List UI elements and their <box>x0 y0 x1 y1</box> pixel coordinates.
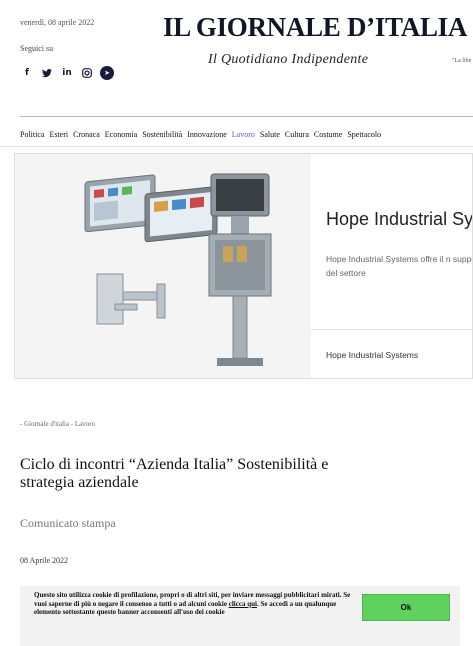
nav-item-spettacolo[interactable]: Spettacolo <box>347 130 381 139</box>
cookie-message: Questo sito utilizza cookie di profilazi… <box>34 591 364 617</box>
instagram-icon[interactable] <box>80 66 94 80</box>
nav-item-lavoro[interactable]: Lavoro <box>232 130 255 139</box>
article-title: Ciclo di incontri “Azienda Italia” Soste… <box>20 456 329 491</box>
current-date: venerdì, 08 aprile 2022 <box>20 18 95 27</box>
nav-item-salute[interactable]: Salute <box>260 130 280 139</box>
advertisement-banner[interactable]: Hope Industrial Sys Hope Industrial Syst… <box>14 153 473 379</box>
telegram-icon[interactable]: ➤ <box>100 66 114 80</box>
ad-brand-link[interactable]: Hope Industrial Systems <box>326 350 418 360</box>
linkedin-icon[interactable]: in <box>60 66 74 80</box>
header-quote: "La libe <box>452 58 472 64</box>
cookie-more-link[interactable]: clicca qui <box>229 600 257 608</box>
breadcrumb[interactable]: - Giornale d'italia - Lavoro <box>20 420 95 428</box>
ad-title[interactable]: Hope Industrial Sys <box>326 209 472 230</box>
nav-item-economia[interactable]: Economia <box>105 130 137 139</box>
ad-description: Hope Industrial Systems offre il n suppo… <box>326 254 473 278</box>
site-logo-title[interactable]: IL GIORNALE D’ITALIA <box>163 12 467 43</box>
nav-divider <box>0 146 473 147</box>
nav-item-cronaca[interactable]: Cronaca <box>73 130 100 139</box>
facebook-icon[interactable]: f <box>20 66 34 80</box>
article-subtitle: Comunicato stampa <box>20 516 116 530</box>
main-nav: Politica Esteri Cronaca Economia Sosteni… <box>20 130 381 139</box>
nav-item-innovazione[interactable]: Innovazione <box>187 130 227 139</box>
site-header: venerdì, 08 aprile 2022 Seguici su f in … <box>0 0 473 110</box>
ad-divider <box>311 329 472 330</box>
site-logo-subtitle: Il Quotidiano Indipendente <box>208 52 369 67</box>
ad-product-image[interactable] <box>15 154 311 378</box>
header-divider <box>20 116 473 117</box>
social-links: f in ➤ <box>20 66 114 80</box>
nav-item-cultura[interactable]: Cultura <box>285 130 309 139</box>
nav-item-sostenibilita[interactable]: Sostenibilità <box>142 130 182 139</box>
nav-item-politica[interactable]: Politica <box>20 130 44 139</box>
cookie-banner: Questo sito utilizza cookie di profilazi… <box>20 586 460 646</box>
nav-item-esteri[interactable]: Esteri <box>49 130 68 139</box>
cookie-accept-button[interactable]: Ok <box>362 594 450 621</box>
follow-label: Seguici su <box>20 44 54 53</box>
article-date: 08 Aprile 2022 <box>20 556 68 565</box>
nav-item-costume[interactable]: Costume <box>314 130 342 139</box>
twitter-icon[interactable] <box>40 66 54 80</box>
